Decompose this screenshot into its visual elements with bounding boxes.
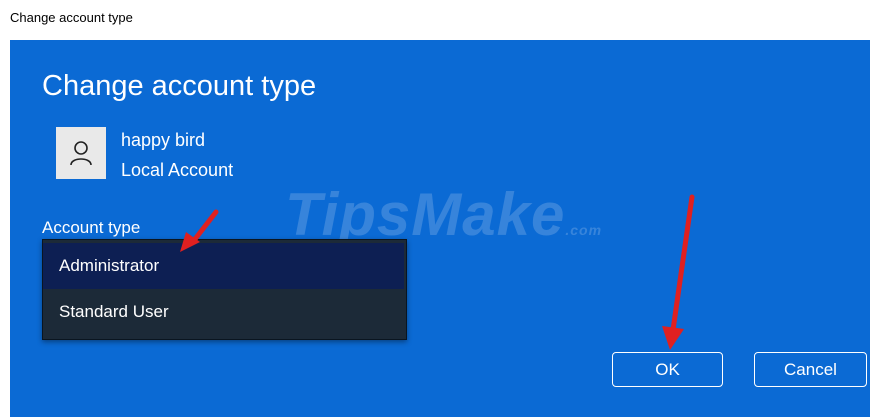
option-administrator[interactable]: Administrator	[43, 243, 404, 289]
user-avatar	[56, 127, 106, 179]
user-name: happy bird	[121, 130, 206, 150]
user-account-kind: Local Account	[121, 160, 234, 180]
window-title: Change account type	[10, 10, 133, 25]
dialog-heading: Change account type	[42, 70, 317, 102]
change-account-type-dialog: Change account type happy bird Local Acc…	[10, 40, 870, 417]
account-type-dropdown-list[interactable]: Administrator Standard User	[42, 239, 407, 340]
window-titlebar: Change account type	[0, 0, 870, 40]
account-type-label: Account type	[42, 218, 141, 237]
option-standard-user[interactable]: Standard User	[43, 289, 404, 335]
ok-button[interactable]: OK	[612, 352, 723, 387]
cancel-button[interactable]: Cancel	[754, 352, 867, 387]
user-icon	[70, 141, 92, 166]
